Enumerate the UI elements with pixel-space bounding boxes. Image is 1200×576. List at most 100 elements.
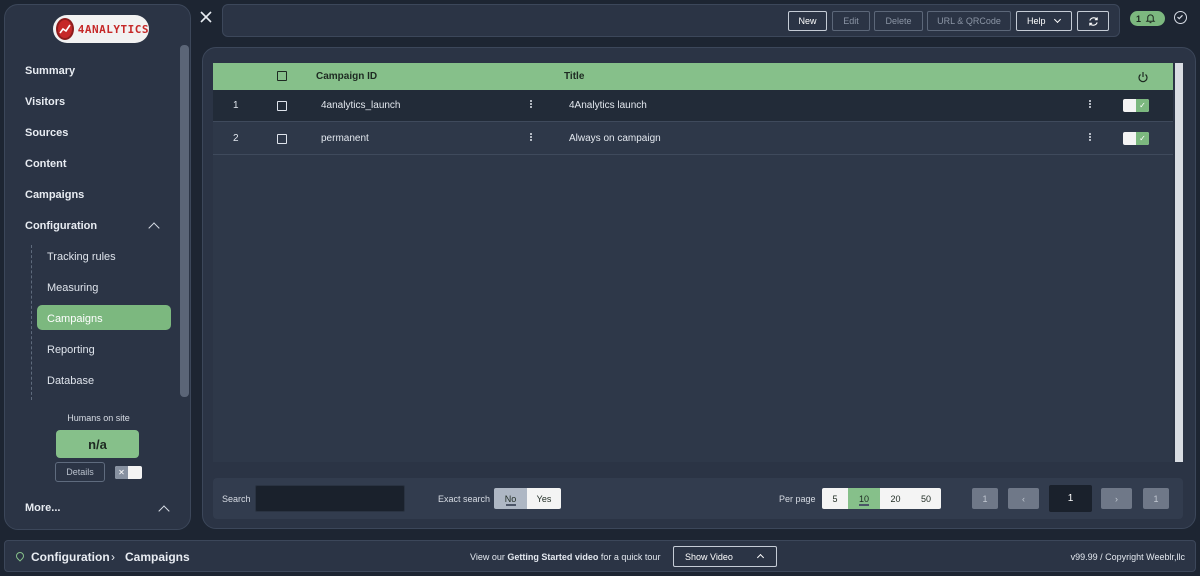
last-page-button[interactable]: 1 [1143, 488, 1169, 509]
title-cell[interactable]: 4Analytics launch [569, 100, 647, 111]
chevron-down-icon [1053, 15, 1062, 24]
selected-underline [505, 504, 516, 506]
column-header-title[interactable]: Title [564, 71, 584, 82]
live-toggle[interactable]: ✕ [115, 466, 142, 479]
sidebar-subitem-campaigns[interactable]: Campaigns [47, 313, 103, 325]
new-button[interactable]: New [788, 11, 827, 31]
bottom-bar: Configuration › Campaigns View our Getti… [4, 540, 1196, 572]
sidebar-subitem-reporting[interactable]: Reporting [47, 344, 95, 356]
check-circle-icon[interactable] [1174, 11, 1187, 24]
enabled-toggle[interactable]: ✓ [1123, 99, 1149, 112]
sidebar-item-more[interactable]: More... [25, 502, 60, 514]
table-row[interactable]: 1 4analytics_launch 4Analytics launch ✓ [213, 90, 1173, 122]
search-label: Search [222, 494, 251, 504]
logo-text: 4ANALYTICS [77, 22, 149, 36]
selected-underline [859, 504, 869, 506]
campaign-id-cell[interactable]: 4analytics_launch [321, 100, 401, 111]
per-page-option[interactable]: 20 [880, 488, 911, 509]
row-checkbox[interactable] [277, 101, 287, 111]
delete-button[interactable]: Delete [874, 11, 923, 31]
url-qrcode-button[interactable]: URL & QRCode [927, 11, 1011, 31]
chevron-up-icon[interactable] [148, 222, 160, 234]
copyright-text: Copyright Weeblr,llc [1105, 552, 1185, 562]
more-vertical-icon[interactable] [1089, 132, 1092, 142]
current-page-input[interactable]: 1 [1049, 485, 1092, 512]
breadcrumb-configuration[interactable]: Configuration [31, 550, 110, 564]
select-all-checkbox[interactable] [277, 71, 287, 81]
breadcrumb-separator-icon: › [111, 550, 115, 564]
promo-text-bold: Getting Started video [507, 552, 599, 562]
per-page-option[interactable]: 50 [911, 488, 941, 509]
toggle-on-icon: ✓ [1136, 132, 1149, 145]
bell-icon [1145, 14, 1156, 24]
sidebar-subitem-database[interactable]: Database [47, 375, 94, 387]
exact-search-yes[interactable]: Yes [527, 488, 561, 509]
table-header: Campaign ID Title [213, 63, 1173, 90]
more-vertical-icon[interactable] [1089, 99, 1092, 109]
breadcrumb-campaigns: Campaigns [125, 550, 190, 564]
help-button-label: Help [1027, 16, 1046, 26]
exact-search-label: Exact search [438, 494, 491, 504]
exact-search-no[interactable]: No [494, 488, 527, 509]
version: v99.99 [1070, 552, 1098, 562]
enabled-toggle[interactable]: ✓ [1123, 132, 1149, 145]
sidebar-subitem-tracking-rules[interactable]: Tracking rules [47, 251, 116, 263]
power-icon [1138, 72, 1148, 83]
sidebar-item-configuration[interactable]: Configuration [25, 220, 97, 232]
campaign-id-cell[interactable]: permanent [321, 133, 369, 144]
row-number: 1 [233, 100, 239, 111]
sidebar-item-content[interactable]: Content [25, 158, 67, 170]
toggle-off-icon: ✕ [115, 466, 128, 479]
search-bar: Search Exact search No Yes Per page 5 10… [213, 478, 1183, 519]
location-pin-icon [14, 550, 26, 562]
toggle-on-icon: ✓ [1136, 99, 1149, 112]
per-page-selector: 5 10 20 50 [822, 488, 941, 509]
chevron-up-icon[interactable] [158, 505, 170, 517]
promo-text-pre: View our [470, 552, 505, 562]
more-vertical-icon[interactable] [530, 132, 533, 142]
chevron-up-icon [756, 553, 765, 562]
sidebar-item-sources[interactable]: Sources [25, 127, 68, 139]
show-video-button[interactable]: Show Video [673, 546, 777, 567]
sidebar-item-campaigns[interactable]: Campaigns [25, 189, 84, 201]
refresh-icon [1088, 16, 1098, 26]
humans-on-site-label: Humans on site [67, 413, 130, 423]
close-icon[interactable] [199, 10, 213, 24]
prev-page-button[interactable]: ‹ [1008, 488, 1039, 509]
row-number: 2 [233, 133, 239, 144]
column-header-campaign-id[interactable]: Campaign ID [316, 71, 377, 82]
submenu-guide-line [31, 245, 32, 400]
per-page-label: Per page [779, 494, 816, 504]
sidebar-item-summary[interactable]: Summary [25, 65, 75, 77]
table-row[interactable]: 2 permanent Always on campaign ✓ [213, 123, 1173, 155]
first-page-button[interactable]: 1 [972, 488, 998, 509]
campaigns-table: Campaign ID Title 1 4analytics_launch 4A… [213, 63, 1173, 462]
sidebar: 4ANALYTICS Summary Visitors Sources Cont… [4, 4, 191, 530]
row-checkbox[interactable] [277, 134, 287, 144]
promo-text-post: for a quick tour [600, 552, 661, 562]
app-logo[interactable]: 4ANALYTICS [53, 15, 149, 43]
refresh-button[interactable] [1077, 11, 1109, 31]
copyright: v99.99 / Copyright Weeblr,llc [1071, 552, 1185, 562]
details-button[interactable]: Details [55, 462, 105, 482]
sidebar-subitem-measuring[interactable]: Measuring [47, 282, 98, 294]
search-input[interactable] [255, 485, 405, 512]
notification-count: 1 [1136, 13, 1142, 24]
help-button[interactable]: Help [1016, 11, 1072, 31]
per-page-option-selected[interactable]: 10 [848, 488, 880, 509]
per-page-option[interactable]: 5 [822, 488, 848, 509]
sidebar-item-visitors[interactable]: Visitors [25, 96, 65, 108]
notifications-badge[interactable]: 1 [1130, 11, 1165, 26]
edit-button[interactable]: Edit [832, 11, 870, 31]
table-scrollbar[interactable] [1175, 63, 1183, 462]
sidebar-scrollbar[interactable] [180, 45, 189, 397]
getting-started-promo: View our Getting Started video for a qui… [470, 552, 660, 562]
toolbar: New Edit Delete URL & QRCode Help [222, 4, 1120, 37]
title-cell[interactable]: Always on campaign [569, 133, 661, 144]
next-page-button[interactable]: › [1101, 488, 1132, 509]
show-video-label: Show Video [685, 551, 733, 562]
humans-on-site-value: n/a [56, 430, 139, 458]
more-vertical-icon[interactable] [530, 99, 533, 109]
chart-logo-icon [56, 18, 74, 40]
exact-search-toggle: No Yes [494, 488, 561, 509]
